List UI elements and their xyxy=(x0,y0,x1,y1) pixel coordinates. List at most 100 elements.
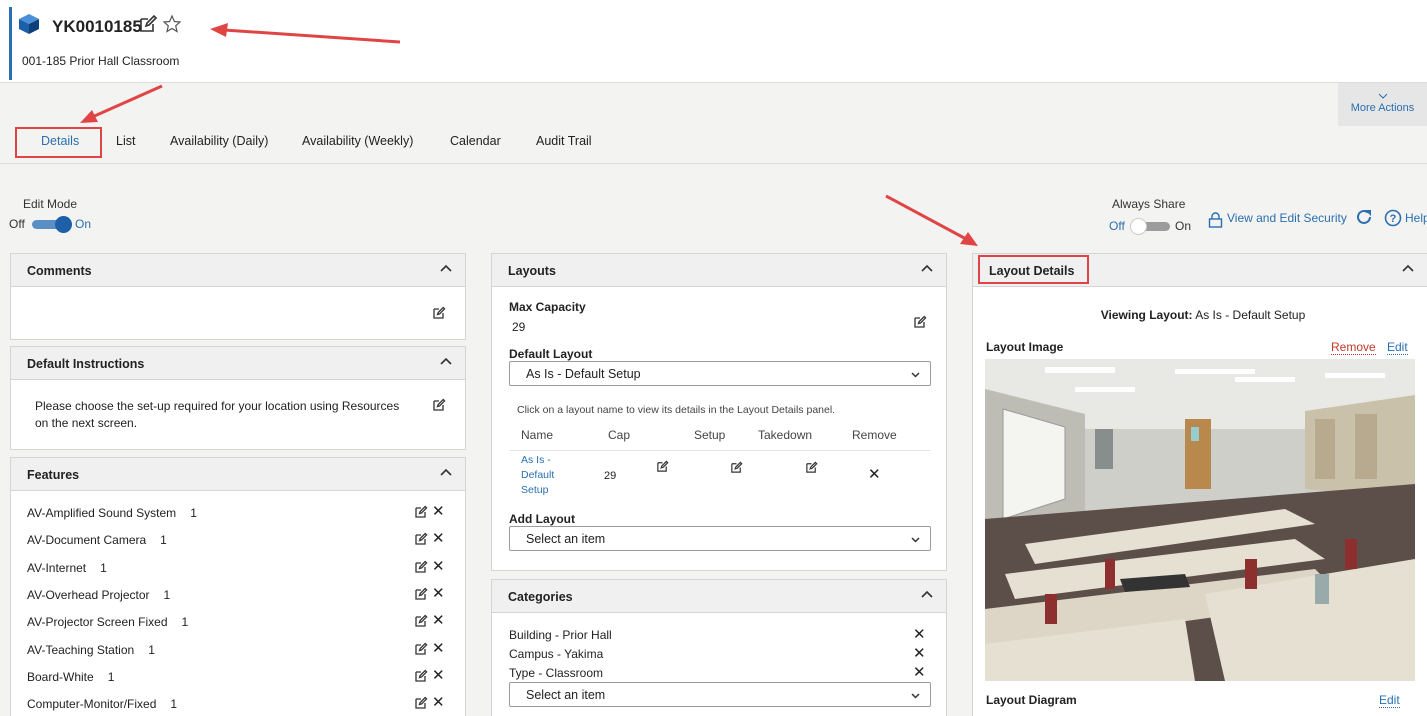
edit-mode-toggle[interactable] xyxy=(32,216,74,233)
remove-feature-icon[interactable]: ✕ xyxy=(432,504,445,519)
always-share-off-label: Off xyxy=(1109,219,1125,233)
edit-icon[interactable] xyxy=(656,460,669,473)
panel-header[interactable]: Default Instructions xyxy=(11,347,465,380)
edit-mode-label: Edit Mode xyxy=(23,197,78,211)
edit-feature-icon[interactable] xyxy=(414,696,428,710)
edit-image-link[interactable]: Edit xyxy=(1387,340,1408,355)
refresh-icon[interactable] xyxy=(1355,208,1373,226)
view-edit-security-link[interactable]: View and Edit Security xyxy=(1227,211,1347,225)
layout-name-line: Default xyxy=(521,469,555,481)
feature-label: Computer-Monitor/Fixed xyxy=(27,697,157,712)
panel-header[interactable]: Comments xyxy=(11,254,465,287)
chevron-up-icon[interactable] xyxy=(439,354,453,368)
edit-feature-icon[interactable] xyxy=(414,642,428,656)
default-layout-select[interactable]: As Is - Default Setup xyxy=(509,361,931,386)
more-actions-button[interactable]: More Actions xyxy=(1338,83,1427,126)
feature-name: Board-White 1 xyxy=(27,670,114,684)
tab-calendar[interactable]: Calendar xyxy=(450,134,501,148)
chevron-down-icon xyxy=(911,537,920,543)
edit-icon[interactable] xyxy=(432,306,446,320)
panel-header[interactable]: Categories xyxy=(492,580,946,613)
feature-count: 1 xyxy=(148,642,155,657)
tab-availability-daily[interactable]: Availability (Daily) xyxy=(170,134,268,148)
chevron-up-icon[interactable] xyxy=(439,261,453,275)
column-header-remove: Remove xyxy=(852,428,897,442)
column-header-name: Name xyxy=(521,428,554,442)
edit-diagram-link[interactable]: Edit xyxy=(1379,693,1400,708)
layout-cap: 29 xyxy=(604,470,617,482)
feature-name: Computer-Monitor/Fixed 1 xyxy=(27,697,177,711)
edit-feature-icon[interactable] xyxy=(414,587,428,601)
remove-category-icon[interactable]: ✕ xyxy=(913,646,926,661)
resource-id: YK0010185 xyxy=(52,17,142,36)
viewing-layout-label: Viewing Layout: xyxy=(1100,308,1193,322)
chevron-down-icon xyxy=(911,372,920,378)
resource-cube-icon xyxy=(19,14,39,34)
tab-availability-weekly[interactable]: Availability (Weekly) xyxy=(302,134,413,148)
edit-icon[interactable] xyxy=(432,398,446,412)
remove-image-link[interactable]: Remove xyxy=(1331,340,1376,355)
remove-category-icon[interactable]: ✕ xyxy=(913,665,926,680)
feature-label: AV-Projector Screen Fixed xyxy=(27,615,168,630)
tab-list[interactable]: List xyxy=(116,134,135,148)
feature-label: AV-Teaching Station xyxy=(27,642,135,657)
feature-label: AV-Internet xyxy=(27,560,87,575)
chevron-up-icon[interactable] xyxy=(920,587,934,601)
help-icon: ? xyxy=(1384,209,1402,227)
feature-name: AV-Projector Screen Fixed 1 xyxy=(27,615,188,629)
chevron-up-icon[interactable] xyxy=(439,465,453,479)
edit-feature-icon[interactable] xyxy=(414,505,428,519)
always-share-toggle[interactable] xyxy=(1130,218,1172,235)
add-category-select[interactable]: Select an item xyxy=(509,682,931,707)
svg-text:?: ? xyxy=(1390,213,1397,225)
edit-feature-icon[interactable] xyxy=(414,560,428,574)
panel-title: Default Instructions xyxy=(27,357,145,371)
layouts-hint: Click on a layout name to view its detai… xyxy=(517,404,836,416)
annotation-arrow xyxy=(210,23,401,44)
panel-header[interactable]: Features xyxy=(11,458,465,491)
chevron-up-icon[interactable] xyxy=(1401,261,1415,275)
always-share-on-label: On xyxy=(1175,219,1192,233)
edit-feature-icon[interactable] xyxy=(414,614,428,628)
remove-category-icon[interactable]: ✕ xyxy=(913,627,926,642)
remove-feature-icon[interactable]: ✕ xyxy=(432,668,445,683)
annotation-arrow xyxy=(80,84,163,123)
remove-feature-icon[interactable]: ✕ xyxy=(432,641,445,656)
default-layout-label: Default Layout xyxy=(509,347,593,361)
remove-feature-icon[interactable]: ✕ xyxy=(432,695,445,710)
instructions-text: Please choose the set-up required for yo… xyxy=(35,399,400,430)
feature-label: Board-White xyxy=(27,669,94,684)
edit-mode-on-label: On xyxy=(75,217,92,231)
tab-bar: Details List Availability (Daily) Availa… xyxy=(0,126,1427,164)
remove-feature-icon[interactable]: ✕ xyxy=(432,559,445,574)
add-layout-select[interactable]: Select an item xyxy=(509,526,931,551)
edit-takedown-icon[interactable] xyxy=(805,461,818,474)
remove-layout-icon[interactable]: ✕ xyxy=(868,467,881,482)
panel-title: Layouts xyxy=(508,264,556,278)
column-header-cap: Cap xyxy=(608,428,631,442)
remove-feature-icon[interactable]: ✕ xyxy=(432,613,445,628)
layout-name-line: Setup xyxy=(521,484,549,496)
help-link[interactable]: Help xyxy=(1405,211,1427,225)
feature-count: 1 xyxy=(190,506,197,520)
favorite-star-icon[interactable] xyxy=(162,14,182,34)
edit-feature-icon[interactable] xyxy=(414,532,428,546)
panel-title: Comments xyxy=(27,264,92,278)
remove-feature-icon[interactable]: ✕ xyxy=(432,531,445,546)
feature-count: 1 xyxy=(107,669,115,684)
edit-feature-icon[interactable] xyxy=(414,669,428,683)
remove-feature-icon[interactable]: ✕ xyxy=(432,586,445,601)
add-category-placeholder: Select an item xyxy=(526,688,606,702)
chevron-up-icon[interactable] xyxy=(920,261,934,275)
feature-name: AV-Overhead Projector 1 xyxy=(27,588,170,602)
chevron-down-icon xyxy=(911,693,920,699)
edit-icon[interactable] xyxy=(913,315,927,329)
feature-count: 1 xyxy=(100,560,107,575)
tab-audit-trail[interactable]: Audit Trail xyxy=(536,134,592,148)
panel-header[interactable]: Layouts xyxy=(492,254,946,287)
feature-count: 1 xyxy=(170,697,178,712)
category-item: Building - Prior Hall xyxy=(509,628,612,642)
layout-name-link[interactable]: As Is - Default Setup xyxy=(521,453,554,498)
edit-setup-icon[interactable] xyxy=(730,461,743,474)
edit-icon[interactable] xyxy=(138,14,158,34)
